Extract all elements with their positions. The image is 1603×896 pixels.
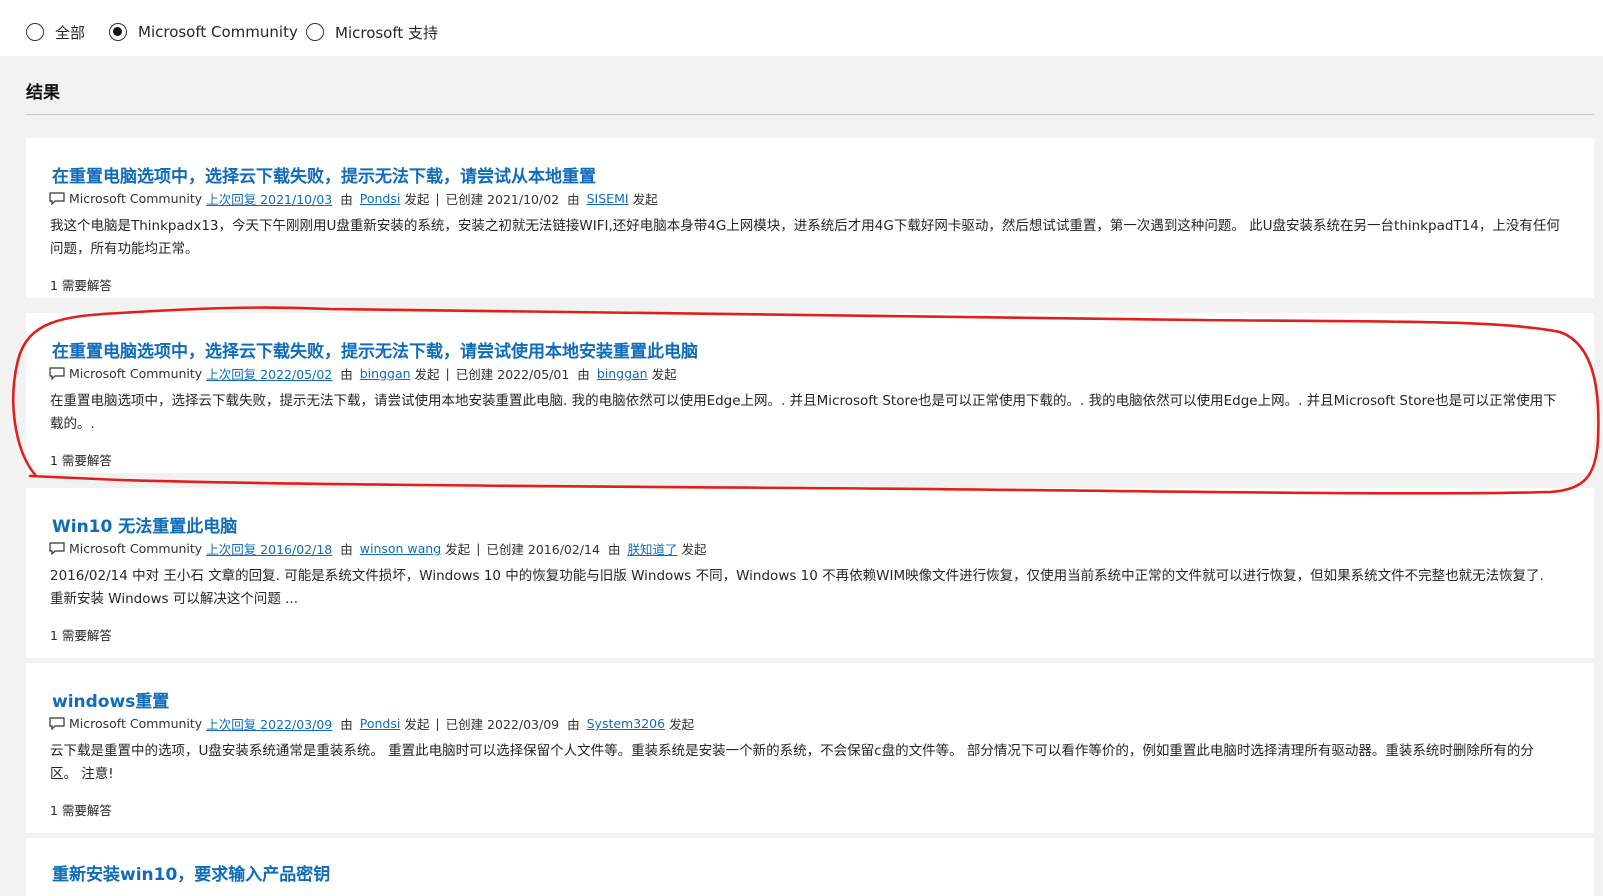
result-card: windows重置 Microsoft Community 上次回复 2022/… — [26, 663, 1594, 833]
creator-link[interactable]: System3206 — [587, 716, 665, 731]
radio-button[interactable] — [306, 23, 324, 41]
creator-link[interactable]: 朕知道了 — [627, 539, 677, 558]
separator: | — [445, 366, 450, 381]
user-link[interactable]: Pondsi — [360, 191, 401, 206]
result-meta: Microsoft Community 上次回复 2022/03/09 由 Po… — [49, 714, 694, 733]
result-title-link[interactable]: Win10 无法重置此电脑 — [52, 512, 237, 537]
forum-icon — [49, 367, 65, 380]
separator: | — [476, 541, 481, 556]
started-label: 发起 — [404, 717, 430, 732]
forum-name: Microsoft Community — [69, 541, 203, 556]
divider — [26, 114, 1594, 115]
started-label: 发起 — [632, 192, 658, 207]
last-reply-link[interactable]: 上次回复 2022/03/09 — [206, 714, 332, 733]
results-heading: 结果 — [26, 83, 60, 103]
by-label: 由 — [340, 717, 353, 732]
started-label: 发起 — [414, 367, 440, 382]
radio-label: Microsoft Community — [138, 23, 298, 41]
radio-label: 全部 — [55, 23, 86, 42]
last-reply-link[interactable]: 上次回复 2021/10/03 — [206, 189, 332, 208]
by-label: 由 — [340, 192, 353, 207]
result-snippet: 我这个电脑是Thinkpadx13，今天下午刚刚用U盘重新安装的系统，安装之初就… — [50, 218, 1560, 257]
started-label: 发起 — [669, 717, 695, 732]
answer-count: 1 需要解答 — [50, 628, 112, 643]
forum-name: Microsoft Community — [69, 191, 203, 206]
answer-count: 1 需要解答 — [50, 278, 112, 293]
radio-button-selected[interactable] — [109, 23, 127, 41]
radio-all[interactable]: 全部 — [26, 19, 85, 45]
result-meta: Microsoft Community 上次回复 2016/02/18 由 wi… — [49, 539, 706, 558]
forum-icon — [49, 192, 65, 205]
forum-icon — [49, 542, 65, 555]
radio-microsoft-support[interactable]: Microsoft 支持 — [306, 19, 438, 45]
by-label: 由 — [340, 367, 353, 382]
created-date: 已创建 2016/02/14 — [486, 542, 600, 557]
started-label: 发起 — [651, 367, 677, 382]
last-reply-link[interactable]: 上次回复 2016/02/18 — [206, 539, 332, 558]
created-date: 已创建 2022/05/01 — [455, 367, 570, 382]
result-title-link[interactable]: 重新安装win10，要求输入产品密钥 — [52, 860, 330, 885]
result-card: 在重置电脑选项中，选择云下载失败，提示无法下载，请尝试从本地重置 Microso… — [26, 138, 1594, 298]
separator: | — [435, 191, 440, 206]
user-link[interactable]: binggan — [360, 366, 411, 381]
created-date: 已创建 2022/03/09 — [445, 717, 560, 732]
started-label: 发起 — [404, 192, 430, 207]
result-title-link[interactable]: windows重置 — [52, 687, 169, 712]
result-snippet: 在重置电脑选项中，选择云下载失败，提示无法下载，请尝试使用本地安装重置此电脑. … — [50, 393, 1557, 432]
user-link[interactable]: winson wang — [360, 541, 441, 556]
answer-count: 1 需要解答 — [50, 803, 112, 818]
result-card: Win10 无法重置此电脑 Microsoft Community 上次回复 2… — [26, 488, 1594, 658]
forum-icon — [49, 717, 65, 730]
user-link[interactable]: Pondsi — [360, 716, 401, 731]
by-label: 由 — [567, 192, 580, 207]
forum-name: Microsoft Community — [69, 716, 203, 731]
by-label: 由 — [340, 542, 353, 557]
by-label: 由 — [607, 542, 621, 557]
creator-link[interactable]: SISEMI — [587, 191, 629, 206]
result-meta: Microsoft Community 上次回复 2021/10/03 由 Po… — [49, 189, 658, 208]
separator: | — [435, 716, 440, 731]
radio-microsoft-community[interactable]: Microsoft Community — [109, 19, 298, 45]
answer-count: 1 需要解答 — [50, 453, 112, 468]
search-scope-filter: 全部 Microsoft Community Microsoft 支持 — [0, 0, 1603, 56]
creator-link[interactable]: binggan — [597, 366, 648, 381]
result-snippet: 云下载是重置中的选项，U盘安装系统通常是重装系统。 重置此电脑时可以选择保留个人… — [50, 743, 1534, 782]
by-label: 由 — [567, 717, 580, 732]
result-title-link[interactable]: 在重置电脑选项中，选择云下载失败，提示无法下载，请尝试从本地重置 — [52, 162, 596, 187]
started-label: 发起 — [445, 542, 471, 557]
last-reply-link[interactable]: 上次回复 2022/05/02 — [206, 364, 332, 383]
started-label: 发起 — [681, 542, 707, 557]
created-date: 已创建 2021/10/02 — [445, 192, 560, 207]
result-meta: Microsoft Community 上次回复 2022/05/02 由 bi… — [49, 364, 677, 383]
by-label: 由 — [577, 367, 590, 382]
result-card: 重新安装win10，要求输入产品密钥 — [26, 838, 1594, 896]
result-card: 在重置电脑选项中，选择云下载失败，提示无法下载，请尝试使用本地安装重置此电脑 M… — [26, 313, 1594, 473]
radio-label: Microsoft 支持 — [335, 23, 439, 42]
result-title-link[interactable]: 在重置电脑选项中，选择云下载失败，提示无法下载，请尝试使用本地安装重置此电脑 — [52, 337, 698, 362]
radio-button[interactable] — [26, 23, 44, 41]
forum-name: Microsoft Community — [69, 366, 203, 381]
result-snippet: 2016/02/14 中对 王小石 文章的回复. 可能是系统文件损坏，Windo… — [50, 568, 1544, 607]
